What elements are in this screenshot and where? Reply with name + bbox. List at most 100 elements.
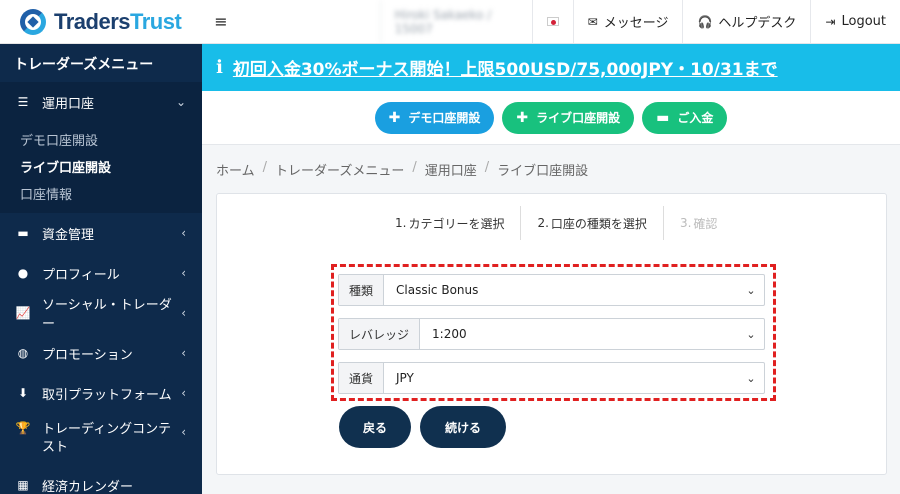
sidebar-item-label: トレーディングコンテスト bbox=[42, 422, 172, 455]
open-live-account-button[interactable]: ✚ ライブ口座開設 bbox=[502, 101, 635, 134]
breadcrumb-accounts[interactable]: 運用口座 bbox=[425, 160, 477, 179]
card-icon: ▬ bbox=[17, 226, 29, 240]
chevron-left-icon: ‹ bbox=[181, 266, 186, 280]
language-selector[interactable] bbox=[531, 0, 573, 43]
sidebar-item-label: 資金管理 bbox=[42, 227, 95, 243]
step-number: 1. bbox=[395, 216, 407, 230]
japan-flag-icon bbox=[546, 17, 559, 26]
sub-item-live-open[interactable]: ライブ口座開設 bbox=[0, 153, 202, 180]
info-icon: ℹ bbox=[216, 57, 223, 78]
logout-link[interactable]: ⇥ Logout bbox=[810, 0, 900, 43]
sidebar-item-calendar[interactable]: ▦ 経済カレンダー bbox=[0, 465, 202, 494]
leverage-select[interactable]: レバレッジ 1:200 ⌄ bbox=[338, 318, 765, 350]
calendar-icon: ▦ bbox=[17, 478, 29, 492]
plus-icon: ✚ bbox=[388, 109, 401, 126]
hamburger-menu-icon[interactable]: ≡ bbox=[202, 0, 240, 43]
chevron-down-icon: ⌄ bbox=[746, 327, 756, 341]
leverage-label: レバレッジ bbox=[339, 319, 421, 349]
envelope-icon: ✉ bbox=[587, 14, 598, 29]
sidebar-item-platform[interactable]: ⬇ 取引プラットフォーム ‹ bbox=[0, 373, 202, 413]
currency-label: 通貨 bbox=[339, 363, 385, 393]
sub-item-account-info[interactable]: 口座情報 bbox=[0, 180, 202, 207]
step-label: 口座の種類を選択 bbox=[550, 216, 647, 231]
sidebar-item-funds[interactable]: ▬ 資金管理 ‹ bbox=[0, 213, 202, 253]
sub-item-demo-open[interactable]: デモ口座開設 bbox=[0, 126, 202, 153]
breadcrumb: ホーム / トレーダーズメニュー / 運用口座 / ライブ口座開設 bbox=[216, 160, 588, 179]
messages-link[interactable]: ✉ メッセージ bbox=[572, 0, 683, 43]
currency-value: JPY bbox=[396, 371, 414, 385]
top-bar: ≡ Hiroki Sakaeko / 15007 ✉ メッセージ 🎧 ヘルプデス… bbox=[202, 0, 900, 44]
step-2: 2. 口座の種類を選択 bbox=[520, 206, 662, 240]
helpdesk-label: ヘルプデスク bbox=[718, 16, 797, 31]
open-demo-account-button[interactable]: ✚ デモ口座開設 bbox=[374, 101, 495, 134]
breadcrumb-current: ライブ口座開設 bbox=[497, 164, 589, 179]
deposit-button[interactable]: ▬ ご入金 bbox=[642, 101, 728, 134]
account-type-select[interactable]: 種類 Classic Bonus ⌄ bbox=[338, 274, 765, 306]
step-number: 2. bbox=[537, 216, 549, 230]
back-button[interactable]: 戻る bbox=[339, 406, 411, 448]
messages-label: メッセージ bbox=[603, 16, 669, 31]
account-form-card: 1. カテゴリーを選択 2. 口座の種類を選択 3. 確認 種類 Classic… bbox=[216, 193, 887, 475]
plus-icon: ✚ bbox=[516, 109, 529, 126]
accounts-submenu: デモ口座開設 ライブ口座開設 口座情報 bbox=[0, 122, 202, 213]
sidebar-item-profile[interactable]: ● プロフィール ‹ bbox=[0, 253, 202, 293]
breadcrumb-separator: / bbox=[262, 160, 268, 175]
sidebar-item-contest[interactable]: 🏆 トレーディングコンテスト ‹ bbox=[0, 413, 202, 465]
helpdesk-link[interactable]: 🎧 ヘルプデスク bbox=[682, 0, 810, 43]
open-demo-label: デモ口座開設 bbox=[408, 111, 481, 125]
chevron-left-icon: ‹ bbox=[181, 306, 186, 320]
deposit-label: ご入金 bbox=[677, 111, 714, 125]
breadcrumb-home[interactable]: ホーム bbox=[216, 160, 255, 179]
step-1: 1. カテゴリーを選択 bbox=[379, 206, 520, 240]
breadcrumb-traders-menu[interactable]: トレーダーズメニュー bbox=[275, 160, 404, 179]
logout-label: Logout bbox=[841, 14, 886, 29]
step-number: 3. bbox=[679, 216, 692, 230]
sidebar-item-social-trader[interactable]: 📈 ソーシャル・トレーダー ‹ bbox=[0, 293, 202, 333]
promo-banner: ℹ 初回入金30%ボーナス開始！上限500USD/75,000JPY・10/31… bbox=[202, 44, 900, 91]
sign-out-icon: ⇥ bbox=[825, 14, 836, 29]
currency-select[interactable]: 通貨 JPY ⌄ bbox=[338, 362, 765, 394]
sidebar-item-promotion[interactable]: ◍ プロモーション ‹ bbox=[0, 333, 202, 373]
user-name[interactable]: Hiroki Sakaeko / 15007 bbox=[379, 0, 532, 43]
brand-name-part1: Traders bbox=[54, 8, 131, 34]
chevron-left-icon: ‹ bbox=[181, 346, 186, 360]
chevron-down-icon: ⌄ bbox=[175, 95, 186, 109]
sidebar-item-label: プロモーション bbox=[42, 347, 133, 363]
trophy-icon: 🏆 bbox=[15, 421, 31, 435]
leverage-value: 1:200 bbox=[432, 327, 467, 341]
step-label: 確認 bbox=[693, 216, 718, 231]
chart-line-icon: 📈 bbox=[15, 306, 31, 320]
action-bar: ✚ デモ口座開設 ✚ ライブ口座開設 ▬ ご入金 bbox=[202, 91, 900, 145]
sidebar-item-label: 運用口座 bbox=[42, 96, 95, 112]
user-icon: ● bbox=[17, 266, 29, 280]
promo-banner-link[interactable]: 初回入金30%ボーナス開始！上限500USD/75,000JPY・10/31まで bbox=[233, 55, 778, 80]
breadcrumb-separator: / bbox=[412, 160, 417, 175]
chevron-left-icon: ‹ bbox=[181, 226, 186, 240]
sidebar-item-label: 取引プラットフォーム bbox=[42, 387, 172, 403]
chevron-left-icon: ‹ bbox=[181, 425, 186, 439]
list-icon: ☰ bbox=[17, 95, 29, 109]
globe-icon: ◍ bbox=[17, 346, 29, 360]
brand-name-part2: Trust bbox=[130, 8, 182, 34]
credit-card-icon: ▬ bbox=[656, 109, 670, 126]
open-live-label: ライブ口座開設 bbox=[536, 111, 621, 125]
step-label: カテゴリーを選択 bbox=[408, 216, 505, 231]
sidebar: TradersTrust トレーダーズメニュー ☰ 運用口座 ⌄ デモ口座開設 … bbox=[0, 0, 202, 494]
account-type-label: 種類 bbox=[339, 275, 385, 305]
menu-title: トレーダーズメニュー bbox=[14, 57, 154, 73]
sidebar-item-label: ソーシャル・トレーダー bbox=[42, 298, 172, 332]
download-icon: ⬇ bbox=[17, 386, 29, 400]
breadcrumb-separator: / bbox=[484, 160, 490, 175]
wizard-steps: 1. カテゴリーを選択 2. 口座の種類を選択 3. 確認 bbox=[379, 206, 733, 240]
sidebar-item-accounts[interactable]: ☰ 運用口座 ⌄ bbox=[0, 82, 202, 122]
step-3: 3. 確認 bbox=[662, 206, 733, 240]
account-type-value: Classic Bonus bbox=[396, 283, 479, 297]
logo-icon bbox=[18, 7, 48, 37]
sidebar-item-label: プロフィール bbox=[42, 267, 120, 283]
chevron-down-icon: ⌄ bbox=[746, 283, 756, 297]
logo[interactable]: TradersTrust bbox=[0, 0, 202, 44]
sidebar-item-label: 経済カレンダー bbox=[42, 479, 134, 494]
chevron-down-icon: ⌄ bbox=[746, 371, 756, 385]
continue-button[interactable]: 続ける bbox=[420, 406, 506, 448]
headset-icon: 🎧 bbox=[697, 14, 713, 29]
